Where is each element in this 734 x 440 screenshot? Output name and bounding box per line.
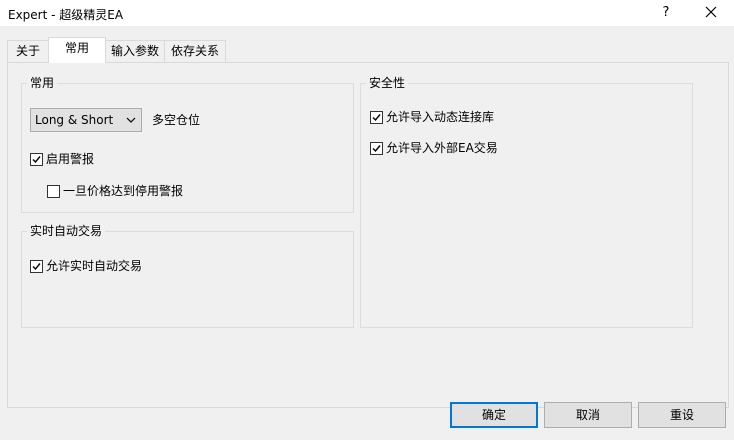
common-group-title: 常用 bbox=[27, 76, 58, 90]
position-mode-label: 多空仓位 bbox=[152, 113, 201, 127]
reset-button[interactable]: 重设 bbox=[638, 402, 726, 428]
common-group: 常用 Long & Short 多空仓位 启用警报 一旦价格达到停用警报 bbox=[21, 76, 354, 213]
live-trading-group-title: 实时自动交易 bbox=[27, 224, 106, 238]
allow-dll-imports-checkbox[interactable] bbox=[370, 111, 383, 124]
cancel-button[interactable]: 取消 bbox=[544, 402, 632, 428]
close-button[interactable] bbox=[699, 1, 723, 23]
tab-about[interactable]: 关于 bbox=[7, 40, 49, 62]
tab-inputs[interactable]: 输入参数 bbox=[105, 40, 165, 62]
allow-live-trading-checkbox[interactable] bbox=[30, 260, 43, 273]
checkmark-icon bbox=[32, 156, 41, 164]
allow-external-ea-label[interactable]: 允许导入外部EA交易 bbox=[386, 141, 498, 155]
enable-alerts-checkbox[interactable] bbox=[30, 153, 43, 166]
position-mode-select[interactable]: Long & Short bbox=[30, 108, 142, 132]
checkmark-icon bbox=[372, 114, 381, 122]
checkmark-icon bbox=[372, 145, 381, 153]
safety-group: 安全性 允许导入动态连接库 允许导入外部EA交易 bbox=[360, 76, 693, 328]
checkmark-icon bbox=[32, 263, 41, 271]
tab-common[interactable]: 常用 bbox=[48, 37, 106, 63]
chevron-down-icon bbox=[126, 117, 136, 123]
window-title: Expert - 超级精灵EA bbox=[8, 8, 124, 22]
disable-alert-checkbox[interactable] bbox=[47, 185, 60, 198]
tab-panel-common: 常用 Long & Short 多空仓位 启用警报 一旦价格达到停用警报 实时自… bbox=[7, 62, 729, 408]
safety-group-title: 安全性 bbox=[366, 76, 409, 90]
title-bar: Expert - 超级精灵EA ? bbox=[0, 0, 734, 26]
enable-alerts-label[interactable]: 启用警报 bbox=[46, 152, 94, 166]
allow-dll-imports-label[interactable]: 允许导入动态连接库 bbox=[386, 110, 494, 124]
disable-alert-label[interactable]: 一旦价格达到停用警报 bbox=[63, 184, 183, 198]
live-trading-group: 实时自动交易 允许实时自动交易 bbox=[21, 224, 354, 328]
close-icon bbox=[705, 6, 717, 18]
help-button[interactable]: ? bbox=[658, 3, 674, 23]
allow-external-ea-checkbox[interactable] bbox=[370, 142, 383, 155]
allow-live-trading-label[interactable]: 允许实时自动交易 bbox=[46, 259, 142, 273]
tab-dependencies[interactable]: 依存关系 bbox=[164, 40, 226, 62]
position-mode-value: Long & Short bbox=[35, 113, 114, 127]
ok-button[interactable]: 确定 bbox=[450, 402, 538, 428]
